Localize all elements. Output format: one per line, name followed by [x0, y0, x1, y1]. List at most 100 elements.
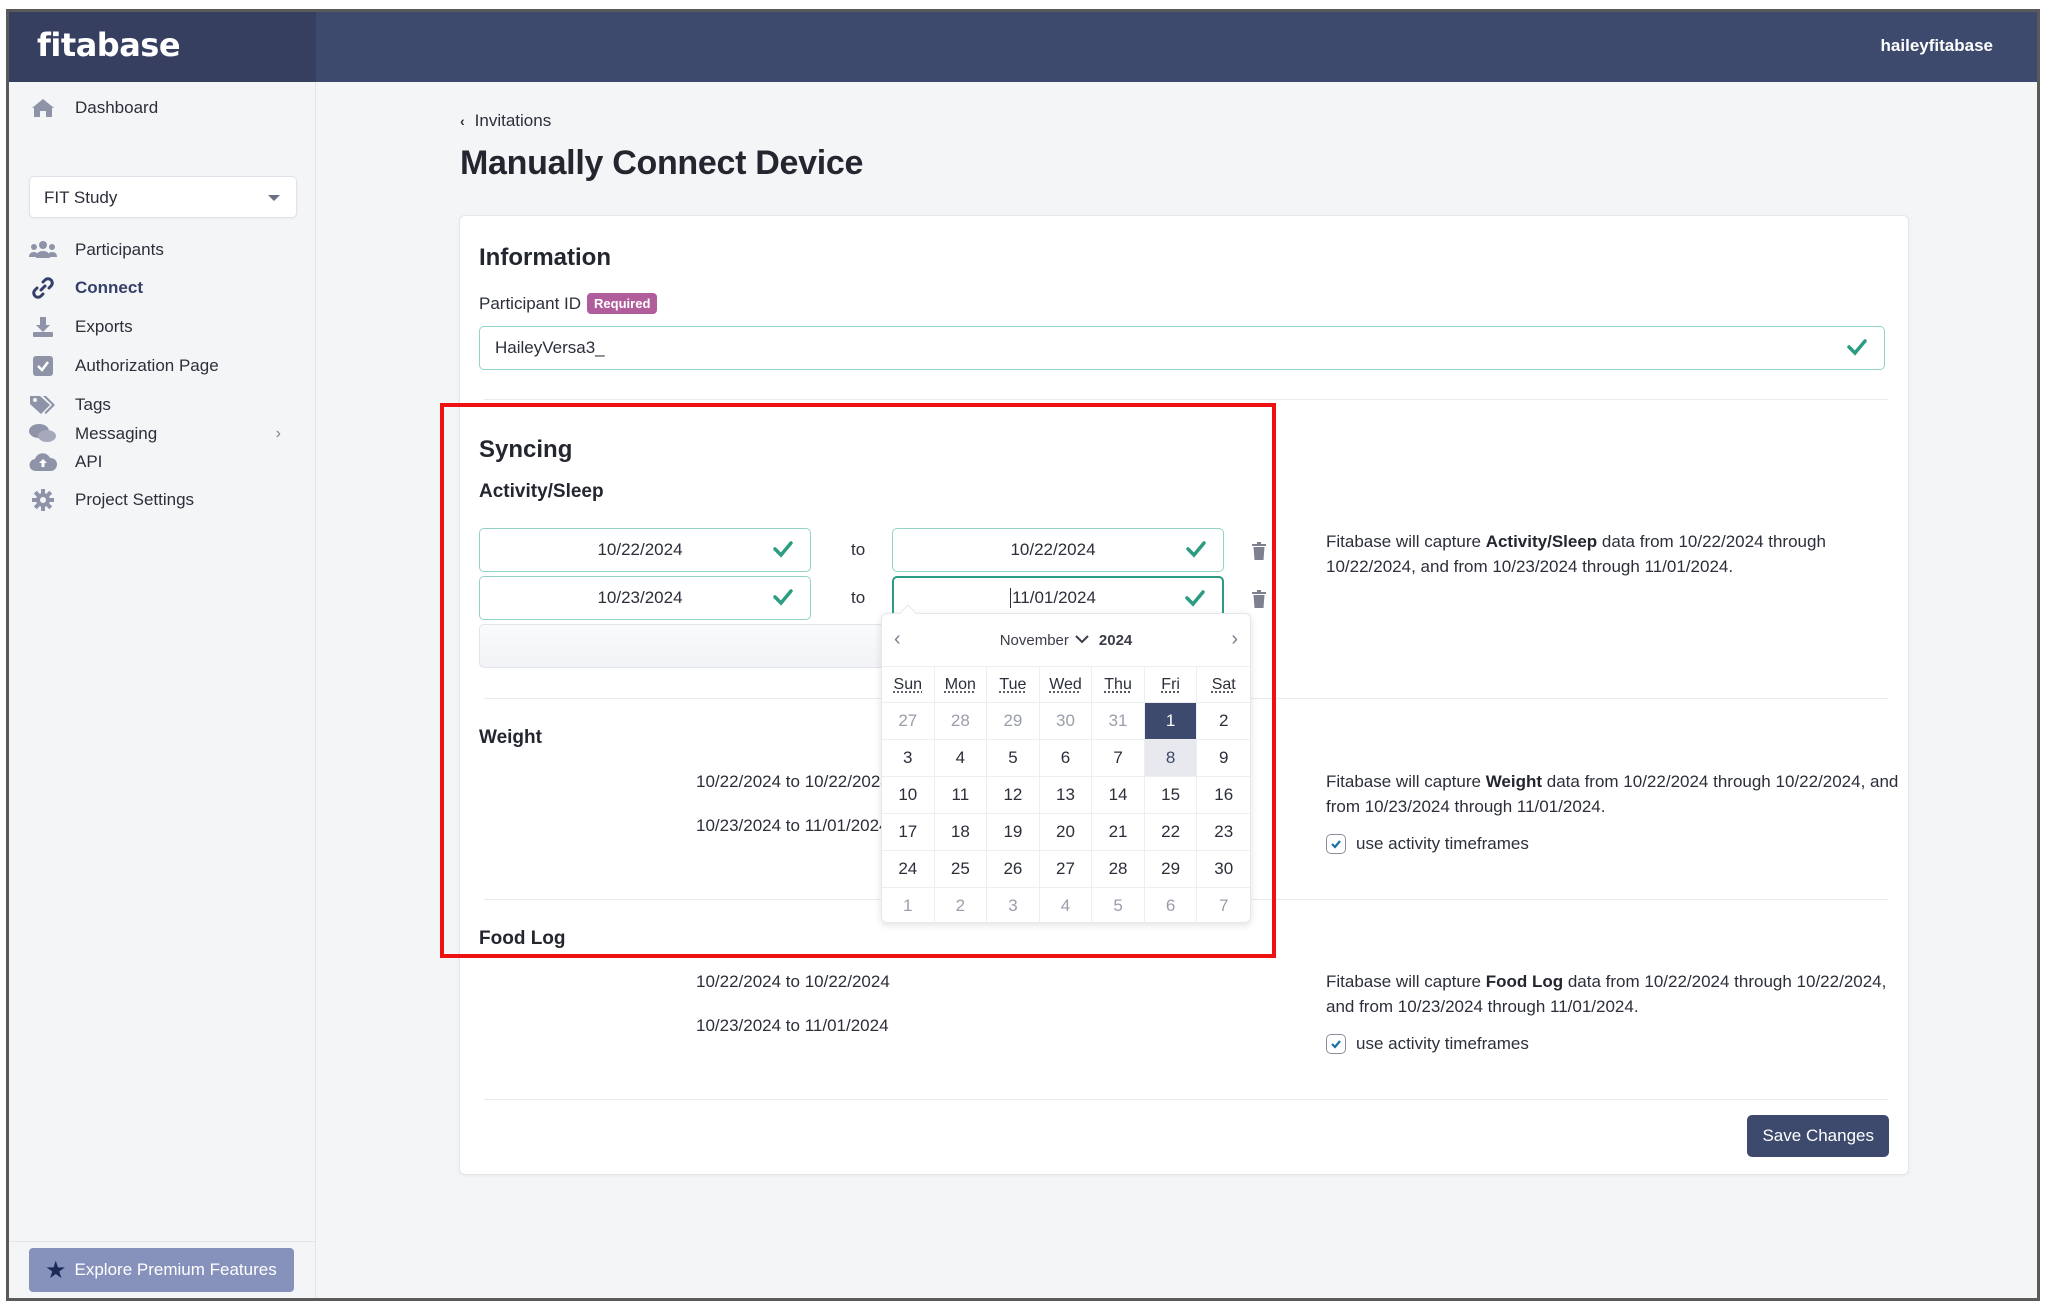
checkbox-label: use activity timeframes	[1356, 1034, 1529, 1053]
sidebar-item-messaging[interactable]: Messaging ›	[29, 422, 299, 446]
sidebar-item-project-settings[interactable]: Project Settings	[29, 488, 194, 512]
calendar-day[interactable]: 28	[1092, 851, 1145, 888]
calendar-day[interactable]: 12	[987, 777, 1040, 814]
chevron-down-icon[interactable]	[1075, 633, 1089, 647]
activity-range-1-start-input[interactable]: 10/22/2024	[479, 528, 811, 572]
range-start-value: 10/23/2024	[597, 588, 683, 607]
calendar-day[interactable]: 21	[1092, 814, 1145, 851]
sidebar-divider	[9, 1241, 315, 1242]
participant-id-value: HaileyVersa3_	[495, 338, 605, 357]
sidebar-item-label: Connect	[75, 278, 143, 297]
add-range-button[interactable]: +	[479, 624, 915, 668]
calendar-day[interactable]: 6	[1144, 888, 1198, 925]
activity-range-1-end-input[interactable]: 10/22/2024	[892, 528, 1224, 572]
calendar-day[interactable]: 27	[882, 703, 935, 740]
calendar-day[interactable]: 27	[1039, 851, 1093, 888]
chevron-left-icon[interactable]: ‹	[894, 628, 901, 651]
calendar-day[interactable]: 3	[987, 888, 1040, 925]
calendar-day-today[interactable]: 8	[1144, 740, 1198, 777]
calendar-day[interactable]: 16	[1197, 777, 1250, 814]
calendar-day[interactable]: 10	[882, 777, 935, 814]
weekday-label: Tue	[999, 675, 1027, 693]
top-navbar: fitabase haileyfitabase	[9, 12, 2037, 82]
calendar-day[interactable]: 17	[882, 814, 935, 851]
calendar-day[interactable]: 15	[1144, 777, 1198, 814]
study-select[interactable]: FIT Study	[29, 176, 297, 218]
calendar-day[interactable]: 29	[987, 703, 1040, 740]
calendar-day[interactable]: 20	[1039, 814, 1093, 851]
calendar-day[interactable]: 19	[987, 814, 1040, 851]
calendar-day[interactable]: 23	[1197, 814, 1250, 851]
sidebar-item-tags[interactable]: Tags	[29, 393, 111, 417]
brand-area: fitabase	[9, 12, 316, 82]
food-log-description: Fitabase will capture Food Log data from…	[1326, 969, 1906, 1019]
breadcrumb-invitations[interactable]: ‹ Invitations	[460, 111, 551, 131]
food-log-range-2: 10/23/2024 to 11/01/2024	[696, 1016, 889, 1035]
explore-premium-button[interactable]: ★ Explore Premium Features	[29, 1248, 294, 1292]
tags-icon	[29, 393, 57, 417]
calendar-day[interactable]: 7	[1197, 888, 1250, 925]
user-menu[interactable]: haileyfitabase	[1881, 36, 1993, 56]
sidebar-item-label: Tags	[75, 395, 111, 414]
calendar-day[interactable]: 4	[934, 740, 988, 777]
calendar-day[interactable]: 22	[1144, 814, 1198, 851]
calendar-day[interactable]: 18	[934, 814, 988, 851]
calendar-day[interactable]: 1	[882, 888, 935, 925]
trash-icon[interactable]	[1252, 542, 1266, 560]
page-title: Manually Connect Device	[460, 144, 864, 182]
activity-range-2-start-input[interactable]: 10/23/2024	[479, 576, 811, 620]
calendar-day[interactable]: 11	[934, 777, 988, 814]
check-icon	[1185, 590, 1205, 607]
sidebar-item-participants[interactable]: Participants	[29, 238, 164, 262]
weekday-header: Thu	[1092, 667, 1145, 703]
sidebar-item-connect[interactable]: Connect	[29, 276, 143, 300]
calendar-day[interactable]: 9	[1197, 740, 1250, 777]
calendar-day[interactable]: 7	[1092, 740, 1145, 777]
sidebar-item-api[interactable]: API	[29, 450, 102, 474]
month-select[interactable]: November	[1000, 632, 1069, 649]
food-log-use-activity-timeframes-checkbox[interactable]: use activity timeframes	[1326, 1034, 1529, 1054]
users-icon	[29, 238, 57, 262]
calendar-day[interactable]: 28	[934, 703, 988, 740]
calendar-day[interactable]: 2	[934, 888, 988, 925]
range-end-value: 10/22/2024	[1010, 540, 1096, 559]
chevron-right-icon: ›	[275, 425, 281, 442]
calendar-day[interactable]: 5	[987, 740, 1040, 777]
calendar-day[interactable]: 3	[882, 740, 935, 777]
calendar-day[interactable]: 14	[1092, 777, 1145, 814]
calendar-day[interactable]: 24	[882, 851, 935, 888]
sidebar-item-authorization-page[interactable]: Authorization Page	[29, 354, 219, 378]
calendar-day[interactable]: 31	[1092, 703, 1145, 740]
caret-down-icon	[268, 195, 280, 201]
checkbox-checked-icon	[1326, 834, 1346, 854]
description-bold: Food Log	[1485, 972, 1564, 991]
calendar-day[interactable]: 25	[934, 851, 988, 888]
check-icon	[773, 589, 793, 606]
calendar-day[interactable]: 29	[1144, 851, 1198, 888]
participant-id-input[interactable]: HaileyVersa3_	[479, 326, 1885, 370]
weight-description: Fitabase will capture Weight data from 1…	[1326, 769, 1906, 819]
calendar-day[interactable]: 26	[987, 851, 1040, 888]
calendar-day-selected[interactable]: 1	[1144, 703, 1198, 740]
required-badge: Required	[587, 293, 658, 314]
chevron-right-icon[interactable]: ›	[1231, 628, 1238, 651]
sidebar-item-dashboard[interactable]: Dashboard	[29, 96, 158, 120]
datepicker-popup: ‹ November 2024 › Sun Mon Tue Wed Thu Fri Sat 2…	[881, 604, 1251, 925]
sidebar-item-exports[interactable]: Exports	[29, 315, 133, 339]
check-icon	[1847, 339, 1867, 356]
calendar-day[interactable]: 6	[1039, 740, 1093, 777]
to-label: to	[851, 540, 866, 559]
calendar-day[interactable]: 13	[1039, 777, 1093, 814]
weight-use-activity-timeframes-checkbox[interactable]: use activity timeframes	[1326, 834, 1529, 854]
calendar-day[interactable]: 2	[1197, 703, 1250, 740]
save-changes-button[interactable]: Save Changes	[1747, 1115, 1889, 1157]
fitabase-logo[interactable]: fitabase	[37, 26, 181, 64]
trash-icon[interactable]	[1252, 590, 1266, 608]
sidebar-item-label: Exports	[75, 317, 133, 336]
calendar-day[interactable]: 5	[1092, 888, 1145, 925]
calendar-day[interactable]: 30	[1039, 703, 1093, 740]
calendar-day[interactable]: 30	[1197, 851, 1250, 888]
calendar-day[interactable]: 4	[1039, 888, 1093, 925]
year-input[interactable]: 2024	[1099, 632, 1132, 649]
download-icon	[29, 315, 57, 339]
